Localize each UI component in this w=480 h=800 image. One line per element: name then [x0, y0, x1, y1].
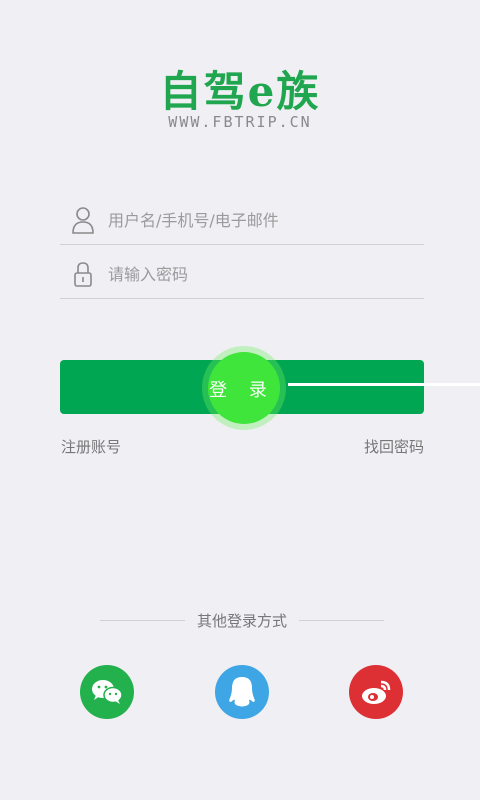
weibo-icon: [362, 680, 391, 704]
swipe-trail: [288, 383, 480, 386]
password-field[interactable]: [60, 250, 424, 299]
forgot-password-link[interactable]: 找回密码: [364, 436, 424, 457]
register-link[interactable]: 注册账号: [61, 436, 121, 457]
wechat-login-button[interactable]: [80, 665, 134, 719]
other-login-heading: 其他登录方式: [197, 612, 288, 630]
lock-icon: [74, 262, 92, 287]
app-logo: 自驾e族: [159, 67, 321, 116]
wechat-icon: [92, 680, 123, 704]
qq-icon: [229, 677, 255, 707]
divider-line-left: [100, 620, 185, 621]
other-login-divider: 其他登录方式: [100, 610, 385, 631]
user-icon: [72, 207, 94, 234]
username-field[interactable]: [60, 196, 424, 245]
weibo-login-button[interactable]: [349, 665, 403, 719]
username-input[interactable]: [106, 209, 410, 231]
qq-login-button[interactable]: [215, 665, 269, 719]
website-url: WWW.FBTRIP.CN: [168, 113, 312, 131]
divider-line-right: [299, 620, 385, 621]
password-input[interactable]: [106, 263, 410, 285]
login-button-label: 登 录: [209, 380, 275, 401]
